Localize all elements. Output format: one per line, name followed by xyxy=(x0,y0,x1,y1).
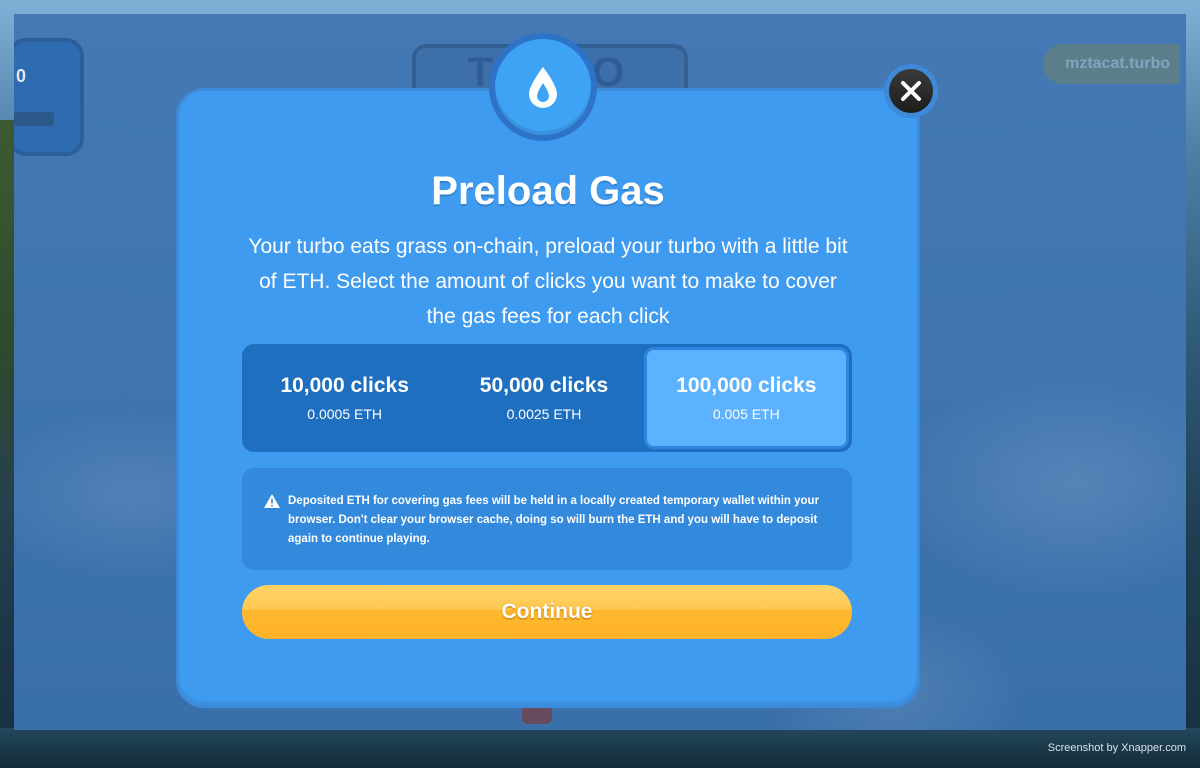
desktop-background-sea xyxy=(0,728,1200,768)
option-100000-clicks[interactable]: 100,000 clicks 0.005 ETH xyxy=(643,347,849,449)
option-label: 10,000 clicks xyxy=(280,374,409,397)
preload-gas-modal: Preload Gas Your turbo eats grass on-cha… xyxy=(176,88,920,708)
modal-title: Preload Gas xyxy=(431,169,665,213)
option-price: 0.005 ETH xyxy=(712,406,780,422)
notice-text: Deposited ETH for covering gas fees will… xyxy=(288,495,820,545)
option-50000-clicks[interactable]: 50,000 clicks 0.0025 ETH xyxy=(444,347,643,449)
score-progress-bar xyxy=(14,112,54,126)
option-label: 100,000 clicks xyxy=(676,374,817,397)
warning-icon xyxy=(264,494,280,508)
click-amount-options: 10,000 clicks 0.0005 ETH 50,000 clicks 0… xyxy=(242,344,852,452)
continue-button[interactable]: Continue xyxy=(242,585,852,639)
option-price: 0.0025 ETH xyxy=(506,406,582,422)
close-icon xyxy=(901,81,921,101)
option-label: 50,000 clicks xyxy=(479,374,609,397)
watermark: Screenshot by Xnapper.com xyxy=(1047,742,1186,754)
score-value: 0 xyxy=(16,66,27,86)
close-button-inner xyxy=(889,69,933,113)
score-badge xyxy=(14,38,84,156)
option-10000-clicks[interactable]: 10,000 clicks 0.0005 ETH xyxy=(245,347,444,449)
modal-description: Your turbo eats grass on-chain, preload … xyxy=(248,235,848,328)
gas-icon-badge xyxy=(489,33,597,141)
deposit-notice: Deposited ETH for covering gas fees will… xyxy=(242,468,852,570)
water-drop-icon xyxy=(529,67,557,108)
option-price: 0.0005 ETH xyxy=(307,406,383,422)
close-button[interactable] xyxy=(884,64,938,118)
gas-icon-badge-inner xyxy=(495,39,591,135)
username-badge[interactable]: mztacat.turbo xyxy=(1043,44,1180,84)
